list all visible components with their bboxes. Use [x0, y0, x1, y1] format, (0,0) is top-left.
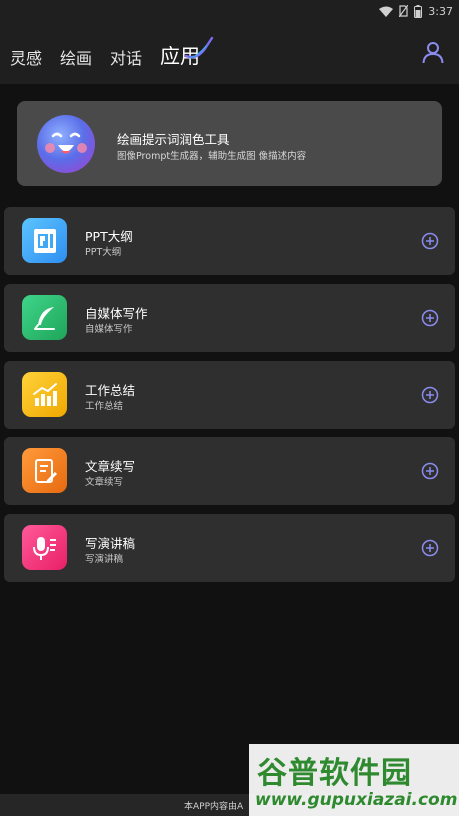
app-card-self-media-writing[interactable]: 自媒体写作 自媒体写作: [4, 284, 455, 352]
bar-chart-icon: [22, 372, 67, 417]
app-card-work-summary[interactable]: 工作总结 工作总结: [4, 361, 455, 429]
footer-disclaimer: 本APP内容由A: [184, 802, 244, 812]
site-watermark: 谷普软件园 www.gupuxiazai.com: [249, 744, 459, 816]
app-title: 文章续写: [85, 459, 136, 474]
watermark-url: www.gupuxiazai.com: [255, 790, 458, 810]
app-subtitle: 工作总结: [85, 401, 124, 412]
document-edit-icon: [22, 448, 67, 493]
category-tabs: 灵感 绘画 对话 应用: [10, 36, 218, 69]
smiling-face-avatar-icon: [37, 115, 95, 173]
status-time: 3:37: [428, 4, 453, 18]
app-title: 自媒体写作: [85, 306, 148, 321]
app-title: 写演讲稿: [85, 536, 136, 551]
active-tab-underline-icon: [184, 36, 214, 59]
add-circle-icon[interactable]: [421, 539, 439, 557]
microphone-icon: [22, 525, 67, 570]
watermark-title: 谷普软件园: [257, 756, 412, 791]
featured-tool-title: 绘画提示词润色工具: [117, 132, 230, 147]
app-subtitle: PPT大纲: [85, 247, 122, 258]
featured-tool-subtitle: 图像Prompt生成器，辅助生成图 像描述内容: [117, 151, 307, 162]
battery-icon: [414, 4, 423, 18]
app-subtitle: 自媒体写作: [85, 324, 133, 335]
featured-tool-card[interactable]: 绘画提示词润色工具 图像Prompt生成器，辅助生成图 像描述内容: [17, 101, 442, 186]
top-header: 灵感 绘画 对话 应用: [0, 22, 459, 84]
app-title: PPT大纲: [85, 229, 133, 244]
app-subtitle: 文章续写: [85, 477, 124, 488]
app-card-speech-draft[interactable]: 写演讲稿 写演讲稿: [4, 514, 455, 582]
add-circle-icon[interactable]: [421, 232, 439, 250]
app-title: 工作总结: [85, 383, 136, 398]
tab-drawing[interactable]: 绘画: [60, 45, 92, 69]
add-circle-icon[interactable]: [421, 386, 439, 404]
tab-chat[interactable]: 对话: [110, 45, 142, 69]
no-sim-icon: [399, 5, 409, 17]
app-card-article-continuation[interactable]: 文章续写 文章续写: [4, 437, 455, 505]
add-circle-icon[interactable]: [421, 309, 439, 327]
ppt-icon: [22, 218, 67, 263]
app-card-ppt-outline[interactable]: PPT大纲 PPT大纲: [4, 207, 455, 275]
tab-apps[interactable]: 应用: [160, 36, 214, 69]
status-icons: 3:37: [379, 3, 453, 19]
user-icon[interactable]: [421, 40, 445, 64]
wifi-icon: [379, 6, 394, 17]
status-bar: 3:37: [0, 0, 459, 22]
tab-inspiration[interactable]: 灵感: [10, 45, 42, 69]
add-circle-icon[interactable]: [421, 462, 439, 480]
feather-pen-icon: [22, 295, 67, 340]
app-subtitle: 写演讲稿: [85, 554, 124, 565]
